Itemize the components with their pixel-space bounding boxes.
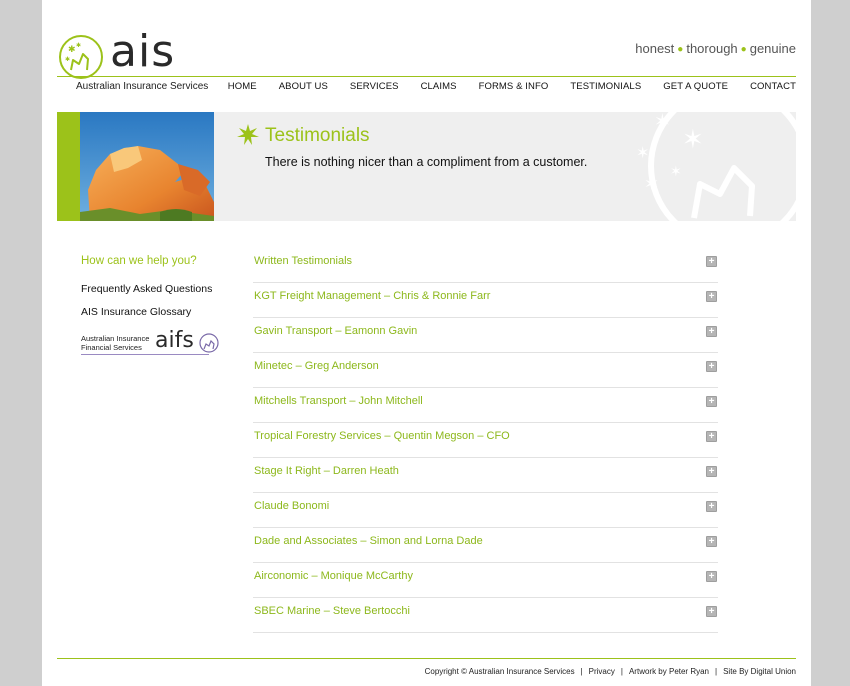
accordion-row[interactable]: Stage It Right – Darren Heath + — [253, 458, 718, 493]
expand-plus-icon[interactable]: + — [706, 606, 717, 617]
footer-separator: | — [715, 667, 718, 676]
accordion-label[interactable]: Claude Bonomi — [254, 500, 329, 512]
expand-plus-icon[interactable]: + — [706, 501, 717, 512]
nav-get-a-quote[interactable]: GET A QUOTE — [663, 81, 728, 92]
tagline-dot: ● — [677, 44, 684, 55]
expand-plus-icon[interactable]: + — [706, 256, 717, 267]
sidebar-link-faq[interactable]: Frequently Asked Questions — [81, 283, 212, 295]
svg-text:✱: ✱ — [76, 42, 81, 49]
footer-separator: | — [580, 667, 583, 676]
aifs-logo-subtitle: Australian Insurance Financial Services — [81, 334, 150, 352]
accordion-label[interactable]: Tropical Forestry Services – Quentin Meg… — [254, 430, 510, 442]
tagline-word: thorough — [686, 41, 738, 56]
aifs-underline — [81, 354, 209, 355]
svg-text:✱: ✱ — [65, 56, 70, 63]
svg-text:✶: ✶ — [644, 174, 659, 195]
svg-text:✶: ✶ — [670, 164, 682, 180]
accordion-row[interactable]: SBEC Marine – Steve Bertocchi + — [253, 598, 718, 633]
logo-subtitle: Australian Insurance Services — [76, 81, 209, 92]
ais-logo[interactable]: ✱ ✱ ✱ ais Australian Insurance Services — [57, 26, 237, 94]
accordion-row[interactable]: Tropical Forestry Services – Quentin Meg… — [253, 423, 718, 458]
expand-plus-icon[interactable]: + — [706, 466, 717, 477]
page-banner: Testimonials There is nothing nicer than… — [57, 112, 796, 221]
nav-contact[interactable]: CONTACT — [750, 81, 796, 92]
expand-plus-icon[interactable]: + — [706, 326, 717, 337]
accordion-label[interactable]: Written Testimonials — [254, 255, 352, 267]
footer-site-by-link[interactable]: Site By Digital Union — [723, 667, 796, 676]
expand-plus-icon[interactable]: + — [706, 396, 717, 407]
nav-home[interactable]: HOME — [228, 81, 257, 92]
page-subtitle: There is nothing nicer than a compliment… — [265, 155, 588, 169]
accordion-label[interactable]: Mitchells Transport – John Mitchell — [254, 395, 423, 407]
star-icon — [237, 124, 259, 145]
expand-plus-icon[interactable]: + — [706, 571, 717, 582]
expand-plus-icon[interactable]: + — [706, 536, 717, 547]
footer-separator: | — [620, 667, 623, 676]
expand-plus-icon[interactable]: + — [706, 361, 717, 372]
nav-claims[interactable]: CLAIMS — [421, 81, 457, 92]
accordion-row[interactable]: Mitchells Transport – John Mitchell + — [253, 388, 718, 423]
accordion-label[interactable]: KGT Freight Management – Chris & Ronnie … — [254, 290, 490, 302]
svg-text:✶: ✶ — [636, 143, 649, 162]
sidebar-title: How can we help you? — [81, 255, 197, 267]
page-container: ✱ ✱ ✱ ais Australian Insurance Services … — [42, 0, 811, 686]
svg-text:✶: ✶ — [654, 112, 671, 133]
sidebar-link-glossary[interactable]: AIS Insurance Glossary — [81, 306, 191, 318]
accordion-label[interactable]: Dade and Associates – Simon and Lorna Da… — [254, 535, 483, 547]
ais-emblem-icon: ✱ ✱ ✱ — [59, 35, 103, 79]
accordion-row[interactable]: Minetec – Greg Anderson + — [253, 353, 718, 388]
watermark-emblem-icon: ✶ ✶ ✶ ✶ ✶ — [636, 112, 796, 221]
banner-accent-bar — [57, 112, 80, 221]
aifs-logo-link[interactable]: Australian Insurance Financial Services … — [81, 328, 221, 356]
accordion-label[interactable]: Stage It Right – Darren Heath — [254, 465, 399, 477]
footer-divider — [57, 658, 796, 659]
nav-testimonials[interactable]: TESTIMONIALS — [570, 81, 641, 92]
footer-copyright: Copyright © Australian Insurance Service… — [424, 667, 575, 676]
tagline-word: genuine — [749, 41, 796, 56]
accordion-row[interactable]: Written Testimonials + — [253, 248, 718, 283]
header-divider — [57, 76, 796, 77]
tagline: honest ● thorough ● genuine — [635, 41, 796, 56]
footer-artwork-link[interactable]: Artwork by Peter Ryan — [629, 667, 709, 676]
accordion-row[interactable]: Airconomic – Monique McCarthy + — [253, 563, 718, 598]
aifs-wordmark: aifs — [155, 328, 194, 353]
aifs-emblem-icon — [199, 333, 219, 353]
logo-wordmark: ais — [110, 26, 176, 77]
banner-artwork-image — [80, 112, 214, 221]
expand-plus-icon[interactable]: + — [706, 291, 717, 302]
footer: Copyright © Australian Insurance Service… — [425, 667, 796, 676]
nav-services[interactable]: SERVICES — [350, 81, 399, 92]
page-title: Testimonials — [265, 125, 370, 146]
accordion-label[interactable]: Gavin Transport – Eamonn Gavin — [254, 325, 417, 337]
expand-plus-icon[interactable]: + — [706, 431, 717, 442]
footer-privacy-link[interactable]: Privacy — [589, 667, 615, 676]
accordion-row[interactable]: Dade and Associates – Simon and Lorna Da… — [253, 528, 718, 563]
accordion-label[interactable]: Minetec – Greg Anderson — [254, 360, 379, 372]
accordion-label[interactable]: SBEC Marine – Steve Bertocchi — [254, 605, 410, 617]
accordion-label[interactable]: Airconomic – Monique McCarthy — [254, 570, 413, 582]
testimonials-accordion: Written Testimonials + KGT Freight Manage… — [253, 248, 718, 633]
tagline-dot: ● — [740, 44, 747, 55]
accordion-row[interactable]: KGT Freight Management – Chris & Ronnie … — [253, 283, 718, 318]
tagline-word: honest — [635, 41, 675, 56]
svg-text:✱: ✱ — [68, 45, 76, 55]
main-nav: HOME ABOUT US SERVICES CLAIMS FORMS & IN… — [228, 81, 796, 92]
nav-about-us[interactable]: ABOUT US — [279, 81, 328, 92]
nav-forms-info[interactable]: FORMS & INFO — [479, 81, 549, 92]
accordion-row[interactable]: Claude Bonomi + — [253, 493, 718, 528]
svg-text:✶: ✶ — [682, 125, 704, 155]
accordion-row[interactable]: Gavin Transport – Eamonn Gavin + — [253, 318, 718, 353]
